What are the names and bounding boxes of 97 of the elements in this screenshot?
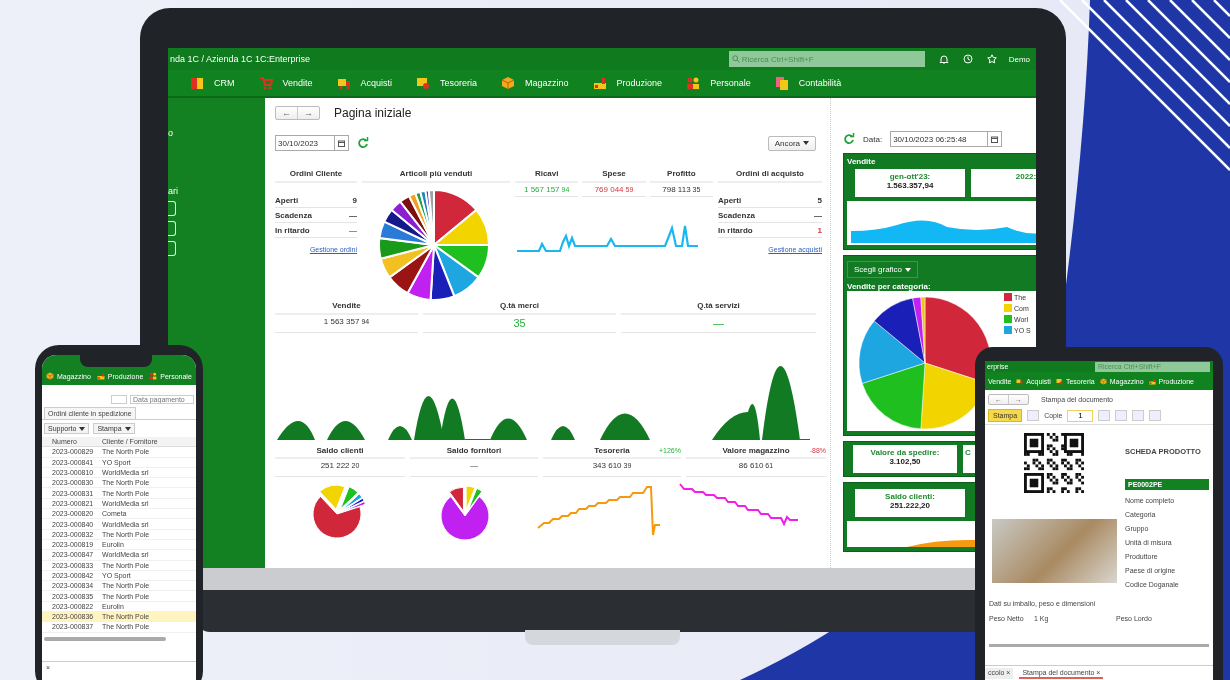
panel-title: Vendite — [847, 157, 877, 166]
more-button[interactable]: Ancora — [767, 135, 816, 151]
row-value: — — [349, 226, 357, 235]
section-tab[interactable]: CRM — [190, 76, 235, 90]
widget-title: Articoli più venduti — [362, 166, 510, 183]
truck-icon — [336, 76, 351, 90]
row-value: — — [349, 211, 357, 220]
card-value: 1.563.357,94 — [885, 181, 935, 190]
section-tab[interactable]: Tesoreria — [416, 76, 478, 90]
date-field[interactable]: 30/10/2023 — [275, 135, 335, 151]
calendar-icon[interactable] — [991, 135, 999, 143]
widget-title: Q.tà merci — [423, 298, 616, 315]
box-icon — [46, 372, 54, 380]
card-label: Saldo clienti: — [884, 492, 936, 501]
row-value: 9 — [352, 196, 357, 205]
scrollbar[interactable] — [44, 636, 166, 641]
box-icon — [1099, 377, 1107, 385]
user-name[interactable]: Demo — [1008, 54, 1030, 64]
window-title: nda 1C / Azienda 1C 1C:Enterprise — [170, 54, 311, 64]
row-label: Scadenza — [275, 211, 312, 220]
amount: — — [621, 315, 816, 333]
row-label: In ritardo — [275, 226, 310, 235]
caret-icon — [905, 267, 912, 272]
widget-title: Tesoreria — [594, 446, 630, 455]
documents-icon — [774, 76, 789, 90]
panel-title: Vendite per categoria: — [847, 282, 932, 291]
section-tab[interactable]: Acquisti — [336, 76, 393, 90]
forward-button[interactable]: → — [297, 107, 319, 119]
widget-title: Saldo clienti — [316, 446, 364, 455]
cart-icon — [258, 76, 273, 90]
search-field[interactable]: Ricerca Ctrl+Shift+F — [728, 51, 925, 67]
row-value: 5 — [817, 196, 822, 205]
section-tab[interactable]: Contabilità — [774, 76, 842, 90]
qr-code — [1024, 433, 1084, 493]
search-icon — [731, 55, 740, 63]
card-label: 2022: — [1014, 172, 1036, 181]
calendar-button[interactable] — [988, 131, 1003, 147]
row-label: In ritardo — [718, 226, 753, 235]
refresh-icon[interactable] — [357, 137, 369, 149]
row-value: 1 — [817, 226, 822, 235]
dropdown-field[interactable] — [111, 395, 127, 404]
card-label: Valore da spedire: — [869, 448, 941, 457]
card-value: 3.102,50 — [888, 457, 922, 466]
widget-title: Profitto — [649, 166, 713, 183]
widget-title: Ordini di acquisto — [718, 166, 822, 183]
book-icon — [190, 76, 204, 90]
people-icon — [686, 76, 701, 90]
star-icon[interactable] — [986, 54, 997, 64]
row-label: Aperti — [718, 196, 742, 205]
history-icon[interactable] — [962, 54, 973, 64]
widget-title: Q.tà servizi — [621, 298, 816, 315]
back-button[interactable]: ← — [276, 107, 297, 119]
factory-icon — [1148, 377, 1156, 385]
section-tab[interactable]: Produzione — [592, 76, 663, 90]
phone-notch — [80, 355, 152, 367]
refresh-icon[interactable] — [843, 133, 855, 145]
scrollbar[interactable] — [989, 644, 1209, 647]
chart-select-button[interactable]: Scegli grafico — [847, 261, 919, 278]
caret-icon — [124, 427, 131, 432]
caret-icon — [79, 427, 86, 432]
sidebar-field[interactable] — [168, 221, 176, 236]
widget-title: Spese — [582, 166, 646, 183]
date-field[interactable]: 30/10/2023 06:25:48 — [890, 131, 989, 147]
truck-icon — [1016, 377, 1024, 385]
box-icon — [501, 76, 516, 90]
caret-icon — [803, 141, 809, 146]
section-tab[interactable]: Magazzino — [501, 76, 569, 90]
section-tab[interactable]: Vendite — [258, 76, 313, 90]
page-title: Pagina iniziale — [334, 106, 412, 120]
sidebar-item[interactable]: ari — [168, 186, 178, 196]
factory-icon — [592, 76, 607, 90]
amount: 35 — [423, 315, 616, 333]
amount: — — [410, 459, 538, 477]
sidebar-field[interactable] — [168, 201, 176, 216]
widget-title: Ordini Cliente — [275, 166, 357, 183]
folder-icon — [1055, 377, 1063, 385]
sidebar-field[interactable] — [168, 241, 176, 256]
calendar-button[interactable] — [335, 135, 349, 151]
card-value: 251.222,20 — [888, 501, 931, 510]
copies-field[interactable]: 1 — [1067, 409, 1094, 422]
sidebar-item[interactable]: o — [168, 128, 173, 138]
card-label: C — [965, 448, 972, 457]
card-label: gen-ott'23: — [888, 172, 932, 181]
section-tab[interactable]: Personale — [686, 76, 751, 90]
folder-icon — [416, 76, 431, 90]
calendar-icon[interactable] — [338, 139, 345, 147]
row-value: — — [814, 211, 822, 220]
widget-title: Valore magazzino — [722, 446, 790, 455]
row-label: Scadenza — [718, 211, 755, 220]
widget-title: Saldo fornitori — [446, 446, 502, 455]
date-label: Data: — [863, 134, 883, 144]
people-icon — [149, 372, 158, 380]
widget-title: Ricavi — [515, 166, 579, 183]
bell-icon[interactable] — [938, 54, 949, 64]
widget-title: Vendite — [275, 298, 418, 315]
row-label: Aperti — [275, 196, 299, 205]
factory-icon — [96, 372, 105, 380]
